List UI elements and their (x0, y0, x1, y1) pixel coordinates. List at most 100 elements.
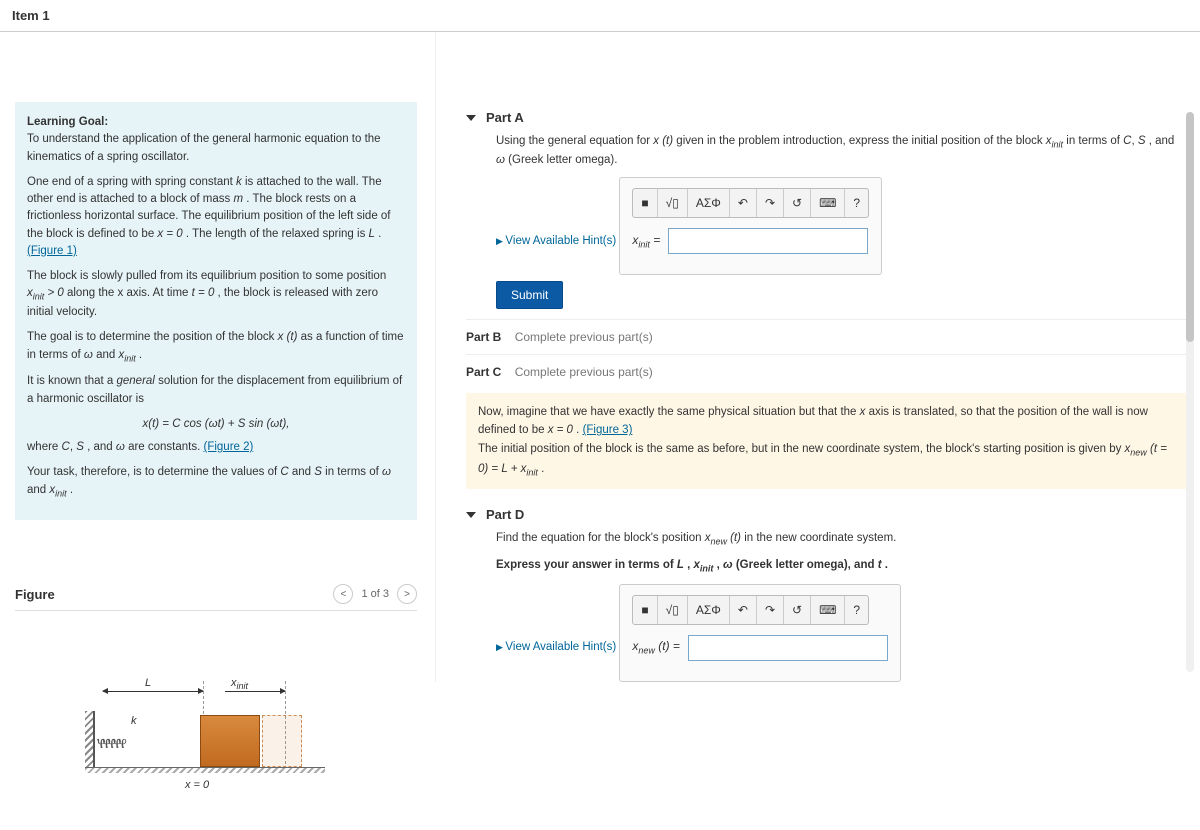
dim-L: L (145, 677, 151, 689)
scrollbar-thumb[interactable] (1186, 112, 1194, 342)
page-title: Item 1 (0, 0, 1200, 32)
inter-text: . (541, 463, 544, 475)
left-column: Learning Goal: To understand the applica… (0, 32, 435, 830)
part-a-text: (Greek letter omega). (508, 154, 617, 166)
goal-text: It is known that a (27, 375, 117, 387)
inter-text: The initial position of the block is the… (478, 443, 1125, 455)
part-a-input-box: ■ √▯ ΑΣΦ ↶ ↷ ↺ ⌨ ? xinit = (619, 177, 882, 275)
dim-xinit: xinit (231, 677, 248, 691)
tb-help-button[interactable]: ? (845, 189, 868, 217)
goal-text: The block is slowly pulled from its equi… (27, 270, 386, 282)
floor-graphic (85, 767, 325, 773)
goal-text: One end of a spring with spring constant (27, 176, 236, 188)
part-d-input-box: ■ √▯ ΑΣΦ ↶ ↷ ↺ ⌨ ? xnew (t) = (619, 584, 901, 682)
figure-1-link[interactable]: (Figure 1) (27, 245, 77, 257)
part-d-text: Express your answer in terms of (496, 559, 677, 571)
var-x-axis: x (860, 406, 866, 418)
part-d-text: . (885, 559, 888, 571)
part-d-text: Find the equation for the block's positi… (496, 532, 705, 544)
tb-template-button[interactable]: ■ (633, 189, 657, 217)
part-c-locked: Part C Complete previous part(s) (466, 354, 1186, 389)
figure-prev-button[interactable]: < (333, 584, 353, 604)
goal-text: are constants. (128, 441, 203, 453)
collapse-caret-icon (466, 512, 476, 518)
part-b-locked: Part B Complete previous part(s) (466, 319, 1186, 354)
part-a-text: given in the problem introduction, expre… (676, 135, 1046, 147)
var-m: m (233, 193, 243, 205)
wall-graphic (85, 711, 95, 771)
goal-p1: To understand the application of the gen… (27, 133, 381, 162)
figure-page-count: 1 of 3 (361, 588, 389, 600)
part-b-label: Part B (466, 330, 501, 344)
part-d-answer-input[interactable] (688, 635, 888, 661)
tb-reset-button[interactable]: ↺ (784, 189, 811, 217)
tb-sqrt-button[interactable]: √▯ (658, 596, 688, 624)
tb-reset-button[interactable]: ↺ (784, 596, 811, 624)
tb-keyboard-button[interactable]: ⌨ (811, 189, 845, 217)
tb-help-button[interactable]: ? (845, 596, 868, 624)
figure-3-link[interactable]: (Figure 3) (583, 424, 633, 436)
part-b-msg: Complete previous part(s) (515, 330, 653, 344)
tb-undo-button[interactable]: ↶ (730, 189, 757, 217)
goal-text: . (139, 349, 142, 361)
part-d-text: , (687, 559, 693, 571)
var-xinit: xinit (49, 484, 66, 496)
tb-redo-button[interactable]: ↷ (757, 189, 784, 217)
tb-greek-button[interactable]: ΑΣΦ (688, 189, 730, 217)
tb-redo-button[interactable]: ↷ (757, 596, 784, 624)
part-d-text: in the new coordinate system. (744, 532, 896, 544)
collapse-caret-icon (466, 115, 476, 121)
var-omega: ω (723, 559, 733, 571)
equation-xt: x(t) = C cos (ωt) + S sin (ωt), (27, 416, 405, 433)
figure-2-link[interactable]: (Figure 2) (204, 441, 254, 453)
var-x0: x = 0 (548, 424, 573, 436)
dim-k: k (131, 715, 137, 727)
var-xinit: xinit (118, 349, 135, 361)
spring-graphic: ⳡⳡⳡⳡⳡ (97, 731, 124, 754)
part-d-header[interactable]: Part D (466, 499, 1186, 530)
part-a-header[interactable]: Part A (466, 102, 1186, 133)
var-L: L (677, 559, 684, 571)
goal-text: . (378, 228, 381, 240)
tb-greek-button[interactable]: ΑΣΦ (688, 596, 730, 624)
scrollbar-track[interactable] (1186, 112, 1194, 672)
figure-next-button[interactable]: > (397, 584, 417, 604)
equation-toolbar: ■ √▯ ΑΣΦ ↶ ↷ ↺ ⌨ ? (632, 595, 869, 625)
tb-keyboard-button[interactable]: ⌨ (811, 596, 845, 624)
tb-undo-button[interactable]: ↶ (730, 596, 757, 624)
var-S: S (1138, 135, 1146, 147)
intermediate-prompt: Now, imagine that we have exactly the sa… (466, 393, 1186, 489)
var-omega: ω (496, 154, 505, 166)
var-C: C (280, 466, 288, 478)
right-column: Part A Using the general equation for x … (435, 32, 1200, 682)
block-graphic (200, 715, 260, 767)
var-x0: x = 0 (157, 228, 182, 240)
var-k: k (236, 176, 242, 188)
goal-text: . (70, 484, 73, 496)
part-a-text: in terms of (1066, 135, 1123, 147)
part-d-title: Part D (486, 507, 524, 522)
var-xinit-gt0: xinit > 0 (27, 287, 64, 299)
part-a-answer-input[interactable] (668, 228, 868, 254)
learning-goal-box: Learning Goal: To understand the applica… (15, 102, 417, 520)
var-C: C (1123, 135, 1131, 147)
goal-text-ital: general (117, 375, 155, 387)
part-d-hints-toggle[interactable]: View Available Hint(s) (496, 639, 616, 656)
tb-template-button[interactable]: ■ (633, 596, 657, 624)
goal-text: and (27, 484, 49, 496)
goal-text: The goal is to determine the position of… (27, 331, 278, 343)
figure-heading: Figure (15, 587, 55, 602)
goal-title: Learning Goal: (27, 116, 108, 128)
goal-text: . The length of the relaxed spring is (186, 228, 369, 240)
tb-sqrt-button[interactable]: √▯ (658, 189, 688, 217)
part-a-hints-toggle[interactable]: View Available Hint(s) (496, 233, 616, 250)
goal-text: where (27, 441, 62, 453)
var-xt: x (t) (653, 135, 673, 147)
goal-text: in terms of (325, 466, 382, 478)
part-a-submit-button[interactable]: Submit (496, 281, 563, 309)
part-a-text: Using the general equation for (496, 135, 653, 147)
part-a-answer-label: xinit = (632, 231, 660, 252)
var-t: t (878, 559, 882, 571)
figure-canvas: L xinit k ⳡⳡⳡⳡⳡ x = 0 (15, 610, 417, 820)
var-S: S (76, 441, 84, 453)
